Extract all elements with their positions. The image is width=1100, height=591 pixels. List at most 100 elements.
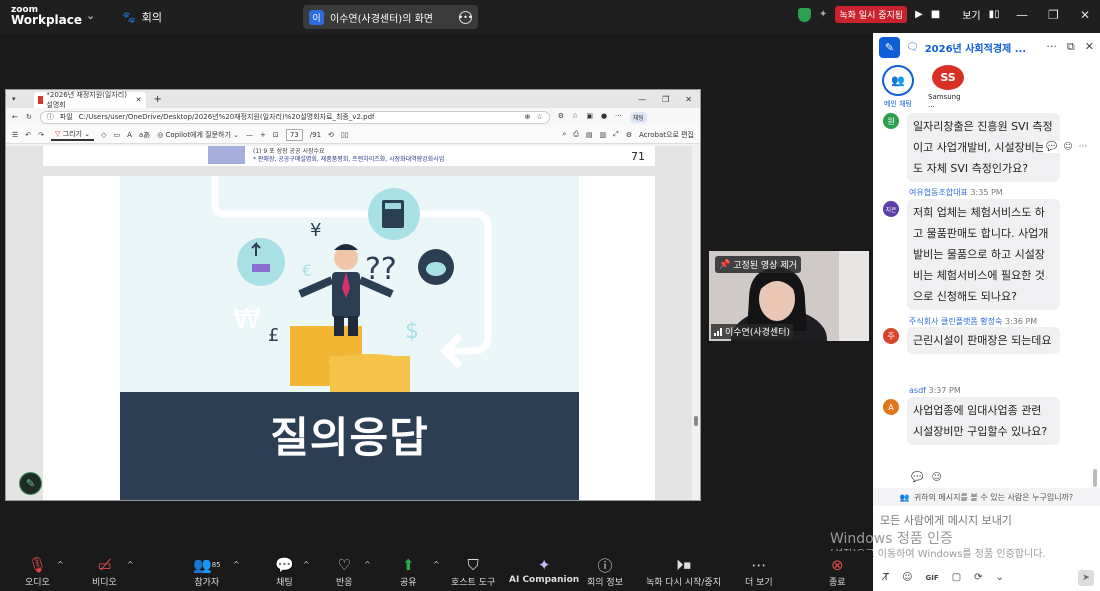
find-icon[interactable]: ⌕ [562, 130, 566, 139]
copilot-button[interactable]: ◎ Copilot에게 질문하기 ⌄ [157, 130, 239, 140]
page-number-input[interactable]: 73 [285, 128, 303, 141]
audio-options-chevron-icon[interactable]: ^ [57, 560, 64, 569]
contents-icon[interactable]: ☰ [12, 131, 18, 139]
reactions-button[interactable]: ♡ 반응 [336, 555, 353, 588]
screen-share-indicator[interactable]: 이 이수연(사경센터)의 화면 ••• [303, 5, 478, 29]
browser-minimize-icon[interactable]: — [638, 95, 646, 104]
stop-icon[interactable]: ■ [931, 9, 940, 20]
acrobat-button[interactable]: Acrobat으로 편집 [639, 130, 694, 140]
redo-icon[interactable]: ↷ [38, 131, 44, 139]
share-chevron-icon[interactable]: ^ [433, 560, 440, 569]
file-icon[interactable]: ▢ [952, 572, 961, 583]
chat-more-icon[interactable]: ··· [1046, 40, 1057, 54]
visibility-notice[interactable]: 👥 귀하의 메시지를 볼 수 있는 사람은 누구입니까? [873, 488, 1100, 506]
message-bubble[interactable]: 사업업종에 임대사업종 관련 시설장비만 구입할수 있나요? [907, 397, 1060, 445]
video-options-chevron-icon[interactable]: ^ [127, 560, 134, 569]
audio-button[interactable]: 🎙 오디오 [25, 555, 50, 588]
participants-button[interactable]: 👥 85 참가자 [193, 555, 221, 588]
gif-button[interactable]: GIF [926, 574, 939, 582]
restore-icon[interactable]: ❐ [1048, 8, 1059, 22]
zoom-out-icon[interactable]: — [246, 131, 253, 139]
pdf-scrollbar[interactable] [692, 146, 700, 500]
host-tools-button[interactable]: ⛉ 호스트 도구 [451, 555, 495, 588]
view-icon[interactable]: ▭ [113, 131, 120, 139]
chat-title[interactable]: 2026년 사회적경제 ... [925, 40, 1026, 55]
fit-page-icon[interactable]: ⊡ [273, 131, 279, 139]
tab-close-icon[interactable]: ✕ [136, 96, 142, 104]
message-bubble[interactable]: 저희 업체는 체험서비스도 하고 물품판매도 합니다. 사업개발비는 물품으로 … [907, 199, 1060, 310]
extensions-icon[interactable]: ⚙ [558, 112, 564, 123]
share-button[interactable]: ⬆ 공유 [400, 555, 417, 588]
channel-main-chat[interactable]: 👥 메인 채팅 [878, 65, 918, 109]
two-page-icon[interactable]: ▯▯ [341, 131, 349, 139]
end-button[interactable]: ⊗ 종료 [829, 555, 846, 588]
rotate-icon[interactable]: ⟲ [328, 131, 334, 139]
emoji-icon[interactable]: ☺ [902, 572, 912, 583]
browser-close-icon[interactable]: ✕ [685, 95, 692, 104]
profile-icon[interactable]: ● [601, 112, 607, 123]
ai-companion-button[interactable]: ✦ AI Companion [509, 555, 579, 585]
sparkle-icon[interactable]: ✦ [819, 9, 827, 20]
annotate-pencil-icon[interactable]: ✎ [19, 472, 42, 495]
chevron-down-icon[interactable]: ⌄ [86, 9, 95, 22]
send-icon[interactable]: ➤ [1078, 570, 1094, 586]
message-list[interactable]: 원 일자리창출은 진흥원 SVI 측정이고 사업개발비, 시설장비는 도 자체 … [873, 113, 1100, 485]
remove-pin-button[interactable]: 📌 고정된 영상 제거 [715, 256, 801, 273]
format-icon[interactable]: T̸ [883, 572, 889, 583]
more-icon[interactable]: ••• [458, 10, 473, 24]
minimize-icon[interactable]: — [1016, 8, 1028, 22]
browser-tab[interactable]: *2026년 재정지원(일자리) 설명회 ✕ [33, 91, 146, 109]
settings-icon[interactable]: ⚙ [626, 131, 632, 139]
undo-icon[interactable]: ↶ [25, 131, 31, 139]
compose-icon[interactable]: ✎ [879, 36, 900, 58]
reply-icon[interactable]: 💬 [1046, 142, 1057, 152]
play-icon[interactable]: ▶ [915, 9, 923, 20]
back-icon[interactable]: ← [12, 113, 18, 121]
chat-input[interactable]: 모든 사람에게 메시지 보내기 [880, 512, 1012, 528]
read-aloud-icon[interactable]: A [127, 131, 132, 139]
emoji-icon[interactable]: ☺ [931, 472, 941, 483]
pinned-video-tile[interactable]: 📌 고정된 영상 제거 이수연(사경센터) [709, 251, 869, 341]
message-bubble[interactable]: 일자리창출은 진흥원 SVI 측정이고 사업개발비, 시설장비는 도 자체 SV… [907, 113, 1060, 182]
reactions-chevron-icon[interactable]: ^ [364, 560, 371, 569]
message-bubble[interactable]: 근린시설이 판매장은 되는데요 [907, 327, 1060, 354]
recording-button[interactable]: ⏵⏹ 녹화 다시 시작/중지 [646, 555, 721, 588]
emoji-icon[interactable]: ☺ [1063, 142, 1072, 152]
browser-more-icon[interactable]: ··· [615, 112, 622, 123]
translate-button[interactable]: aあ [139, 130, 150, 140]
new-tab-icon[interactable]: + [154, 94, 162, 105]
close-icon[interactable]: ✕ [1080, 8, 1090, 22]
eraser-icon[interactable]: ◇ [101, 131, 106, 139]
star-icon[interactable]: ☆ [536, 113, 542, 121]
more-button[interactable]: ⋯ 더 보기 [745, 555, 773, 588]
meeting-info-button[interactable]: ⓘ 회의 정보 [587, 555, 623, 589]
view-button[interactable]: 보기 [962, 7, 980, 22]
chat-scrollbar[interactable] [1093, 469, 1097, 487]
zoom-icon[interactable]: ⊕ [525, 113, 531, 121]
copilot-chip[interactable]: 채팅 [629, 111, 647, 123]
fullscreen-icon[interactable]: ⤢ [613, 130, 619, 139]
chat-close-icon[interactable]: ✕ [1085, 40, 1094, 54]
popout-icon[interactable]: ⧉ [1067, 40, 1075, 54]
pdf-scroll-thumb[interactable] [694, 416, 698, 426]
collections-icon[interactable]: ▣ [586, 112, 593, 123]
address-bar[interactable]: ⓘ 파일 C:/Users/user/OneDrive/Desktop/2026… [39, 110, 550, 124]
tools-chevron-icon[interactable]: ⌄ [996, 572, 1004, 583]
print-icon[interactable]: ⎙ [573, 130, 579, 139]
save-as-icon[interactable]: ▥ [600, 131, 607, 139]
save-icon[interactable]: ▤ [586, 131, 593, 139]
chat-chevron-icon[interactable]: ^ [303, 560, 310, 569]
meeting-menu[interactable]: 🐾 회의 [122, 9, 162, 25]
refresh-icon[interactable]: ↻ [26, 113, 32, 121]
reply-icon[interactable]: 💬 [911, 472, 923, 483]
chat-button[interactable]: 💬 채팅 [275, 555, 294, 588]
participants-chevron-icon[interactable]: ^ [233, 560, 240, 569]
zoom-in-icon[interactable]: + [260, 131, 266, 139]
favorites-icon[interactable]: ☆ [572, 112, 578, 123]
message-more-icon[interactable]: ··· [1079, 142, 1088, 152]
screenshot-icon[interactable]: ⟳ [974, 572, 982, 583]
draw-button[interactable]: ▽ 그리기 ⌄ [51, 129, 95, 141]
channel-samsung[interactable]: SS Samsung ... [928, 65, 968, 109]
video-button[interactable]: ▭̸ 비디오 [92, 555, 117, 588]
browser-restore-icon[interactable]: ❐ [662, 95, 669, 104]
